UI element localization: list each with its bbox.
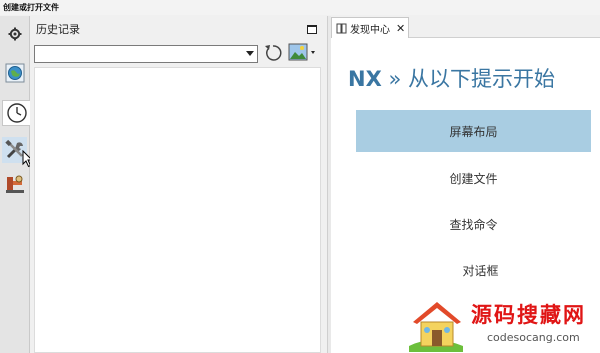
resource-bar — [0, 16, 34, 353]
tab-strip: 发现中心 ✕ — [331, 16, 600, 38]
menu-item-create-file[interactable]: 创建文件 — [356, 157, 591, 199]
machine-tool-button[interactable] — [2, 171, 27, 197]
page-title: NX » 从以下提示开始 — [348, 63, 555, 93]
clock-icon — [7, 103, 27, 123]
watermark-text: 源码搜藏网 — [471, 303, 586, 327]
tab-discovery-center[interactable]: 发现中心 ✕ — [331, 17, 409, 38]
history-tab-button[interactable] — [2, 100, 31, 126]
globe-icon — [5, 63, 24, 83]
history-list[interactable] — [34, 67, 321, 353]
watermark-url: codesocang.com — [487, 331, 580, 344]
refresh-icon — [265, 45, 282, 61]
tab-label: 发现中心 — [350, 24, 390, 36]
discovery-icon — [336, 23, 347, 33]
menu-item-label: 屏幕布局 — [449, 124, 498, 139]
refresh-button[interactable] — [262, 42, 284, 64]
menu-item-label: 对话框 — [462, 263, 499, 278]
title-separator: » — [381, 67, 408, 91]
menu-item-screen-layout[interactable]: 屏幕布局 — [356, 110, 591, 152]
maximize-button[interactable] — [307, 25, 317, 34]
history-panel: 历史记录 — [30, 16, 327, 353]
web-browser-button[interactable] — [2, 60, 27, 86]
menu-item-dialog[interactable]: 对话框 — [356, 249, 591, 291]
menu-item-find-command[interactable]: 查找命令 — [356, 203, 591, 245]
menu-item-label: 查找命令 — [449, 217, 498, 232]
close-icon[interactable]: ✕ — [396, 22, 405, 35]
title-prefix: NX — [348, 67, 382, 91]
chevron-down-icon — [246, 51, 254, 56]
title-text: 从以下提示开始 — [407, 67, 555, 91]
image-icon — [288, 43, 315, 61]
settings-button[interactable] — [2, 21, 27, 47]
history-filter-select[interactable] — [34, 45, 258, 63]
house-logo-icon — [409, 302, 463, 352]
panel-title: 历史记录 — [36, 23, 80, 36]
window-title: 创建或打开文件 — [0, 0, 600, 15]
view-style-button[interactable] — [287, 42, 317, 64]
menu-item-label: 创建文件 — [449, 171, 498, 186]
machine-icon — [5, 175, 24, 193]
watermark: 源码搜藏网 codesocang.com — [401, 292, 600, 353]
gear-icon — [8, 27, 21, 41]
